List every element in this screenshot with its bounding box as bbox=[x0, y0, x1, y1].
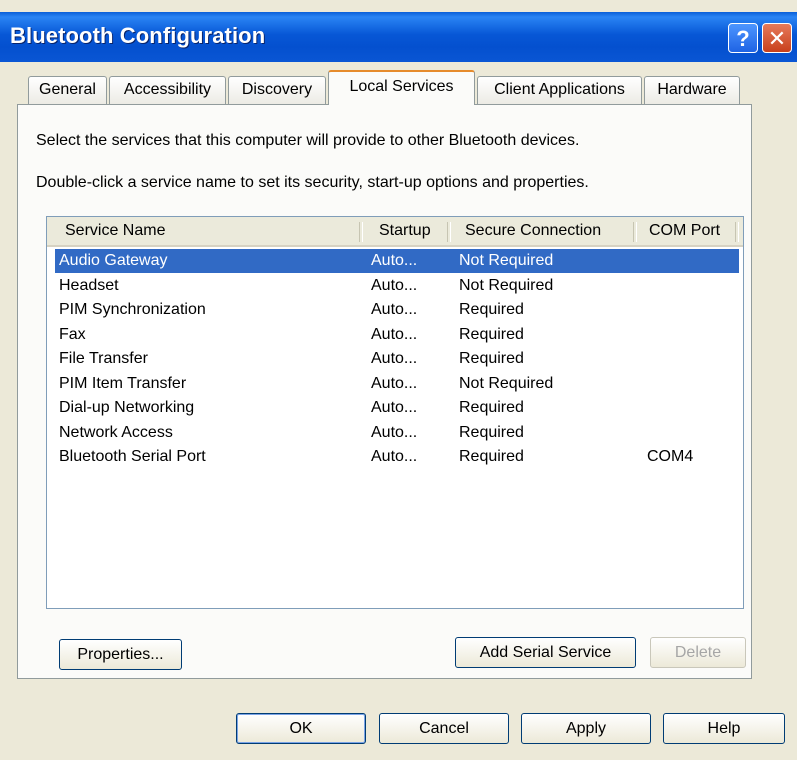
table-row[interactable]: Audio Gateway Auto... Not Required bbox=[55, 249, 739, 273]
column-header-service-name[interactable]: Service Name bbox=[65, 217, 165, 245]
service-name-cell: Bluetooth Serial Port bbox=[59, 448, 206, 465]
service-name-cell: Audio Gateway bbox=[59, 252, 168, 269]
service-name-cell: Headset bbox=[59, 276, 119, 294]
tab-accessibility[interactable]: Accessibility bbox=[109, 76, 226, 104]
bluetooth-config-dialog: Bluetooth Configuration ? ✕ General Acce… bbox=[0, 0, 797, 760]
startup-cell: Auto... bbox=[371, 325, 418, 343]
secure-connection-cell: Not Required bbox=[459, 276, 554, 294]
service-name-cell: PIM Item Transfer bbox=[59, 374, 187, 392]
table-row[interactable]: File Transfer Auto... Required bbox=[55, 347, 739, 371]
column-header-secure-connection[interactable]: Secure Connection bbox=[465, 217, 601, 245]
startup-cell: Auto... bbox=[371, 423, 418, 441]
column-header-com-port[interactable]: COM Port bbox=[649, 217, 720, 245]
table-row[interactable]: Network Access Auto... Required bbox=[55, 421, 739, 445]
startup-cell: Auto... bbox=[371, 276, 418, 294]
secure-connection-cell: Required bbox=[459, 325, 524, 343]
tab-general[interactable]: General bbox=[28, 76, 107, 104]
secure-connection-cell: Required bbox=[459, 448, 524, 465]
tab-local-services[interactable]: Local Services bbox=[328, 70, 475, 105]
startup-cell: Auto... bbox=[371, 301, 418, 318]
service-name-cell: Network Access bbox=[59, 423, 173, 441]
startup-cell: Auto... bbox=[371, 448, 418, 465]
table-row[interactable]: Bluetooth Serial Port Auto... Required COM4 bbox=[55, 445, 739, 469]
secure-connection-cell: Required bbox=[459, 399, 524, 416]
window-title: Bluetooth Configuration bbox=[10, 23, 266, 48]
startup-cell: Auto... bbox=[371, 252, 418, 269]
delete-button[interactable]: Delete bbox=[650, 637, 746, 668]
column-divider[interactable] bbox=[633, 222, 637, 242]
column-header-startup[interactable]: Startup bbox=[379, 217, 431, 245]
add-serial-service-button[interactable]: Add Serial Service bbox=[455, 637, 636, 668]
tab-client-applications[interactable]: Client Applications bbox=[477, 76, 642, 104]
secure-connection-cell: Not Required bbox=[459, 252, 554, 269]
column-divider[interactable] bbox=[735, 222, 739, 242]
title-bar[interactable]: Bluetooth Configuration ? ✕ bbox=[0, 12, 797, 62]
service-name-cell: PIM Synchronization bbox=[59, 301, 206, 318]
secure-connection-cell: Required bbox=[459, 350, 524, 367]
table-row[interactable]: Headset Auto... Not Required bbox=[55, 274, 739, 298]
table-row[interactable]: Fax Auto... Required bbox=[55, 323, 739, 347]
properties-button[interactable]: Properties... bbox=[59, 639, 182, 670]
list-header: Service Name Startup Secure Connection C… bbox=[47, 217, 743, 247]
secure-connection-cell: Required bbox=[459, 423, 524, 441]
apply-button[interactable]: Apply bbox=[521, 713, 651, 744]
startup-cell: Auto... bbox=[371, 350, 418, 367]
table-row[interactable]: Dial-up Networking Auto... Required bbox=[55, 396, 739, 420]
secure-connection-cell: Not Required bbox=[459, 374, 554, 392]
service-name-cell: Fax bbox=[59, 325, 86, 343]
tab-hardware[interactable]: Hardware bbox=[644, 76, 740, 104]
startup-cell: Auto... bbox=[371, 399, 418, 416]
secure-connection-cell: Required bbox=[459, 301, 524, 318]
com-port-cell: COM4 bbox=[647, 448, 694, 465]
help-icon[interactable]: ? bbox=[728, 23, 758, 53]
column-divider[interactable] bbox=[447, 222, 451, 242]
help-button[interactable]: Help bbox=[663, 713, 785, 744]
services-list[interactable]: Service Name Startup Secure Connection C… bbox=[46, 216, 744, 609]
service-name-cell: Dial-up Networking bbox=[59, 399, 195, 416]
close-icon[interactable]: ✕ bbox=[762, 23, 792, 53]
tab-discovery[interactable]: Discovery bbox=[228, 76, 326, 104]
table-row[interactable]: PIM Synchronization Auto... Required bbox=[55, 298, 739, 322]
startup-cell: Auto... bbox=[371, 374, 418, 392]
cancel-button[interactable]: Cancel bbox=[379, 713, 509, 744]
description-line-2: Double-click a service name to set its s… bbox=[36, 174, 589, 191]
service-name-cell: File Transfer bbox=[59, 350, 148, 367]
column-divider[interactable] bbox=[359, 222, 363, 242]
description-line-1: Select the services that this computer w… bbox=[36, 132, 580, 149]
ok-button[interactable]: OK bbox=[236, 713, 366, 744]
table-row[interactable]: PIM Item Transfer Auto... Not Required bbox=[55, 372, 739, 396]
